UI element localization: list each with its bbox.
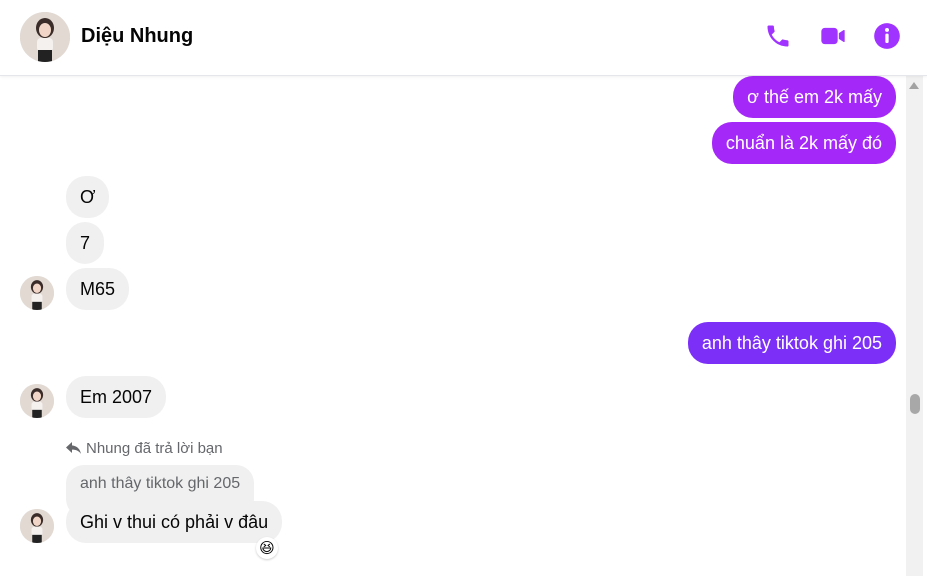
contact-avatar[interactable] [20, 12, 70, 62]
outgoing-message[interactable]: chuẩn là 2k mấy đó [711, 122, 896, 164]
reply-note-text: Nhung đã trả lời bạn [86, 440, 223, 457]
incoming-message[interactable]: Ghi v thui có phải v đâu [66, 501, 283, 543]
scroll-up-arrow-icon[interactable] [909, 82, 919, 89]
incoming-message[interactable]: Em 2007 [66, 376, 167, 418]
conversation-header: Diệu Nhung [0, 0, 927, 76]
message-list[interactable]: ơ thế em 2k mấy chuẩn là 2k mấy đó Ơ 7 M… [0, 76, 906, 576]
conversation-info-button[interactable] [873, 22, 901, 50]
sender-avatar [20, 276, 54, 310]
incoming-message[interactable]: 7 [66, 222, 105, 264]
sender-avatar [20, 384, 54, 418]
reply-indicator: Nhung đã trả lời bạn [66, 440, 223, 457]
phone-icon [767, 25, 789, 47]
phone-call-button[interactable] [764, 22, 792, 50]
outgoing-message[interactable]: anh thây tiktok ghi 205 [687, 322, 896, 364]
scrollbar-thumb[interactable] [910, 394, 920, 414]
info-icon [874, 23, 900, 49]
contact-name[interactable]: Diệu Nhung [81, 25, 193, 48]
video-camera-icon [821, 27, 845, 45]
reply-arrow-icon [66, 441, 81, 454]
incoming-message[interactable]: Ơ [66, 176, 110, 218]
outgoing-message[interactable]: ơ thế em 2k mấy [733, 76, 896, 118]
laughing-reaction-icon[interactable]: 😆 [256, 537, 278, 559]
scrollbar-track[interactable] [906, 76, 923, 576]
sender-avatar [20, 509, 54, 543]
video-call-button[interactable] [819, 22, 847, 50]
incoming-message[interactable]: M65 [66, 268, 130, 310]
